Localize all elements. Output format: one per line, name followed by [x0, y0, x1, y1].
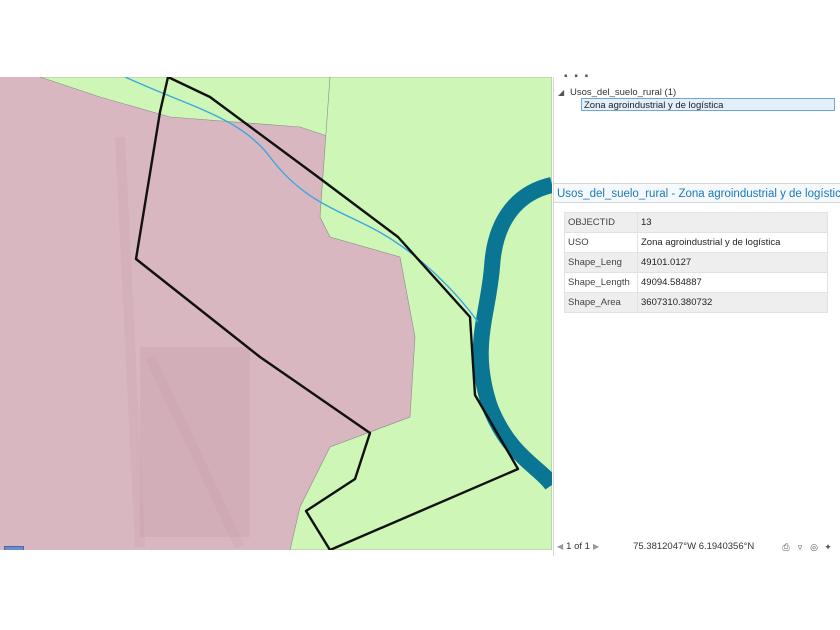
status-tools: ⎙ ▿ ◎ ✦	[781, 542, 840, 552]
field-name: Shape_Leng	[564, 252, 638, 273]
next-record-icon[interactable]: ▶	[593, 542, 599, 551]
field-name: USO	[564, 232, 638, 253]
map-view[interactable]	[0, 77, 552, 550]
add-icon[interactable]: ✦	[823, 542, 833, 552]
field-value: 3607310.380732	[637, 292, 828, 313]
field-value: 49101.0127	[637, 252, 828, 273]
select-icon[interactable]: ◎	[809, 542, 819, 552]
map-canvas	[0, 77, 552, 550]
coordinates-readout: 75.3812047°W 6.1940356°N	[633, 541, 755, 552]
field-value: 13	[637, 212, 828, 233]
field-name: Shape_Area	[564, 292, 638, 313]
field-name: Shape_Length	[564, 272, 638, 293]
tree-layer-label: Usos_del_suelo_rural (1)	[570, 86, 677, 98]
field-value: 49094.584887	[637, 272, 828, 293]
identify-window: ▪ ▪ ▪ ◢ Usos_del_suelo_rural (1) Zona ag…	[0, 71, 840, 556]
field-name: OBJECTID	[564, 212, 638, 233]
record-count: 1 of 1	[566, 541, 590, 552]
attributes-title: Usos_del_suelo_rural - Zona agroindustri…	[554, 183, 840, 203]
collapse-caret-icon[interactable]: ◢	[558, 88, 566, 97]
previous-record-icon[interactable]: ◀	[557, 542, 563, 551]
table-row[interactable]: USO Zona agroindustrial y de logística	[564, 232, 828, 253]
status-bar: ◀ 1 of 1 ▶ 75.3812047°W 6.1940356°N ⎙ ▿ …	[554, 537, 840, 556]
tree-feature-item-selected[interactable]: Zona agroindustrial y de logística	[581, 98, 835, 111]
identify-panel: ▪ ▪ ▪ ◢ Usos_del_suelo_rural (1) Zona ag…	[553, 71, 840, 556]
building-texture	[140, 347, 250, 537]
filter-icon[interactable]: ▿	[795, 542, 805, 552]
field-value: Zona agroindustrial y de logística	[637, 232, 828, 253]
print-icon[interactable]: ⎙	[781, 542, 791, 552]
attributes-table: OBJECTID 13 USO Zona agroindustrial y de…	[564, 212, 828, 313]
tree-layer-item[interactable]: ◢ Usos_del_suelo_rural (1)	[558, 85, 676, 99]
table-row[interactable]: OBJECTID 13	[564, 212, 828, 233]
record-navigator: ◀ 1 of 1 ▶	[554, 541, 599, 552]
tree-header-dots: ▪ ▪ ▪	[564, 71, 591, 82]
table-row[interactable]: Shape_Length 49094.584887	[564, 272, 828, 293]
table-row[interactable]: Shape_Area 3607310.380732	[564, 292, 828, 313]
map-scale-badge	[4, 546, 24, 550]
feature-tree: ▪ ▪ ▪ ◢ Usos_del_suelo_rural (1) Zona ag…	[554, 71, 840, 181]
table-row[interactable]: Shape_Leng 49101.0127	[564, 252, 828, 273]
